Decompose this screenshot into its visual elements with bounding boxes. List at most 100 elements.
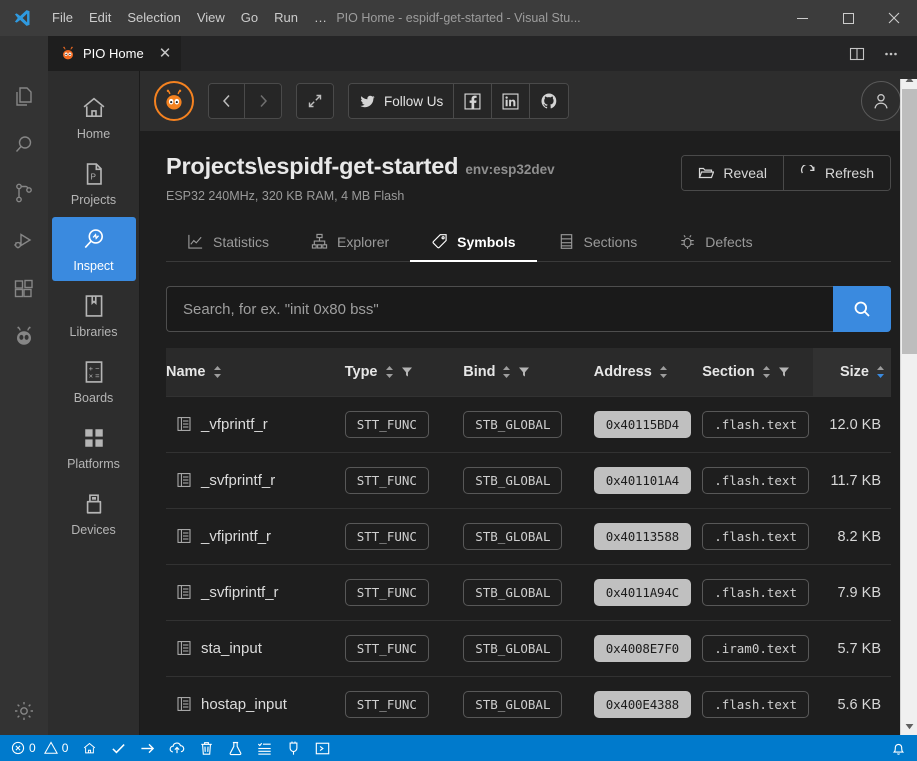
status-upload[interactable]	[133, 735, 162, 761]
activity-platformio[interactable]	[0, 313, 48, 361]
close-button[interactable]	[871, 0, 917, 36]
search-button[interactable]	[833, 286, 891, 332]
status-pio-home[interactable]	[75, 735, 104, 761]
status-clean[interactable]	[192, 735, 221, 761]
linkedin-button[interactable]	[492, 84, 530, 118]
menu-run[interactable]: Run	[266, 6, 306, 30]
tab-symbols[interactable]: Symbols	[410, 223, 536, 261]
follow-us-button[interactable]: Follow Us	[349, 84, 454, 118]
follow-us-label: Follow Us	[384, 94, 443, 109]
inspect-content: Projects\espidf-get-startedenv:esp32dev …	[140, 131, 917, 735]
status-serial-monitor[interactable]	[279, 735, 308, 761]
status-terminal[interactable]	[308, 735, 337, 761]
editor-tab-pio-home[interactable]: PIO Home ✕	[48, 36, 182, 71]
scrollbar-top-cap	[900, 71, 917, 79]
column-header-bind[interactable]: Bind	[463, 348, 594, 396]
reveal-button[interactable]: Reveal	[682, 156, 784, 190]
sidebar-item-libraries[interactable]: Libraries	[52, 283, 136, 347]
tab-label: Sections	[584, 234, 638, 250]
table-row[interactable]: _vfprintf_r STT_FUNC STB_GLOBAL 0x40115B…	[166, 396, 891, 452]
scroll-down-arrow-icon[interactable]	[901, 718, 917, 735]
table-row[interactable]: sta_input STT_FUNC STB_GLOBAL 0x4008E7F0…	[166, 620, 891, 676]
scrollbar-thumb[interactable]	[902, 89, 917, 354]
status-build[interactable]	[104, 735, 133, 761]
sort-icon[interactable]	[502, 365, 511, 379]
column-header-size[interactable]: Size	[813, 348, 891, 396]
vscode-window: File Edit Selection View Go Run … PIO Ho…	[0, 0, 917, 761]
menu-edit[interactable]: Edit	[81, 6, 119, 30]
status-test[interactable]	[221, 735, 250, 761]
sort-icon[interactable]	[385, 365, 394, 379]
sidebar-item-devices[interactable]: Devices	[52, 481, 136, 545]
search-input[interactable]	[166, 286, 833, 332]
filter-icon[interactable]	[401, 366, 413, 378]
symbol-section: .flash.text	[702, 467, 809, 494]
column-header-section[interactable]: Section	[702, 348, 812, 396]
nav-forward-button[interactable]	[245, 84, 281, 118]
sort-icon[interactable]	[213, 365, 222, 379]
symbol-size: 8.2 KB	[837, 529, 885, 545]
sidebar-item-inspect[interactable]: Inspect	[52, 217, 136, 281]
tab-explorer[interactable]: Explorer	[290, 223, 410, 261]
status-upload-ota[interactable]	[162, 735, 192, 761]
github-button[interactable]	[530, 84, 568, 118]
tab-statistics[interactable]: Statistics	[166, 223, 290, 261]
table-row[interactable]: _svfprintf_r STT_FUNC STB_GLOBAL 0x40110…	[166, 452, 891, 508]
menu-file[interactable]: File	[44, 6, 81, 30]
symbol-table-icon	[176, 472, 192, 488]
activity-manage[interactable]	[0, 687, 48, 735]
nav-back-button[interactable]	[209, 84, 245, 118]
symbol-size: 11.7 KB	[830, 473, 885, 489]
column-header-type[interactable]: Type	[345, 348, 463, 396]
sidebar-item-platforms[interactable]: Platforms	[52, 415, 136, 479]
close-icon[interactable]: ✕	[159, 46, 172, 61]
account-avatar-icon[interactable]	[861, 81, 901, 121]
activity-search[interactable]	[0, 121, 48, 169]
table-row[interactable]: hostap_input STT_FUNC STB_GLOBAL 0x400E4…	[166, 676, 891, 732]
split-editor-icon[interactable]	[843, 36, 871, 71]
expand-arrows-icon[interactable]	[297, 84, 333, 118]
check-icon	[111, 741, 126, 756]
ellipsis-icon[interactable]	[877, 36, 905, 71]
status-notifications[interactable]	[884, 735, 913, 761]
facebook-button[interactable]	[454, 84, 492, 118]
sort-icon[interactable]	[762, 365, 771, 379]
status-problems[interactable]: 0 0	[4, 735, 75, 761]
sidebar-item-projects[interactable]: P Projects	[52, 151, 136, 215]
symbol-address: 0x40115BD4	[594, 411, 691, 438]
filter-icon[interactable]	[518, 366, 530, 378]
status-tasks[interactable]	[250, 735, 279, 761]
activity-source-control[interactable]	[0, 169, 48, 217]
activity-explorer[interactable]	[0, 73, 48, 121]
window-controls	[779, 0, 917, 36]
table-row[interactable]: _svfiprintf_r STT_FUNC STB_GLOBAL 0x4011…	[166, 564, 891, 620]
refresh-button[interactable]: Refresh	[784, 156, 890, 190]
twitter-icon	[359, 93, 376, 110]
symbol-table-icon	[176, 584, 192, 600]
sidebar-item-home[interactable]: Home	[52, 85, 136, 149]
chart-line-icon	[187, 233, 204, 250]
reveal-label: Reveal	[723, 165, 767, 181]
menu-go[interactable]: Go	[233, 6, 266, 30]
symbol-table-icon	[176, 528, 192, 544]
menu-view[interactable]: View	[189, 6, 233, 30]
activity-extensions[interactable]	[0, 265, 48, 313]
tab-sections[interactable]: Sections	[537, 223, 659, 261]
menu-selection[interactable]: Selection	[119, 6, 188, 30]
platformio-alien-icon[interactable]	[154, 81, 194, 121]
column-header-address[interactable]: Address	[594, 348, 702, 396]
sidebar-item-boards[interactable]: + − × = Boards	[52, 349, 136, 413]
sort-icon-active[interactable]	[876, 365, 885, 379]
vertical-scrollbar[interactable]	[900, 71, 917, 735]
minimize-button[interactable]	[779, 0, 825, 36]
tab-defects[interactable]: Defects	[658, 223, 773, 261]
symbol-bind: STB_GLOBAL	[463, 635, 562, 662]
table-row[interactable]: _vfiprintf_r STT_FUNC STB_GLOBAL 0x40113…	[166, 508, 891, 564]
activity-run-debug[interactable]	[0, 217, 48, 265]
column-header-name[interactable]: Name	[166, 348, 345, 396]
symbol-size: 5.7 KB	[837, 641, 885, 657]
filter-icon[interactable]	[778, 366, 790, 378]
maximize-button[interactable]	[825, 0, 871, 36]
menu-more[interactable]: …	[306, 6, 335, 30]
sort-icon[interactable]	[659, 365, 668, 379]
